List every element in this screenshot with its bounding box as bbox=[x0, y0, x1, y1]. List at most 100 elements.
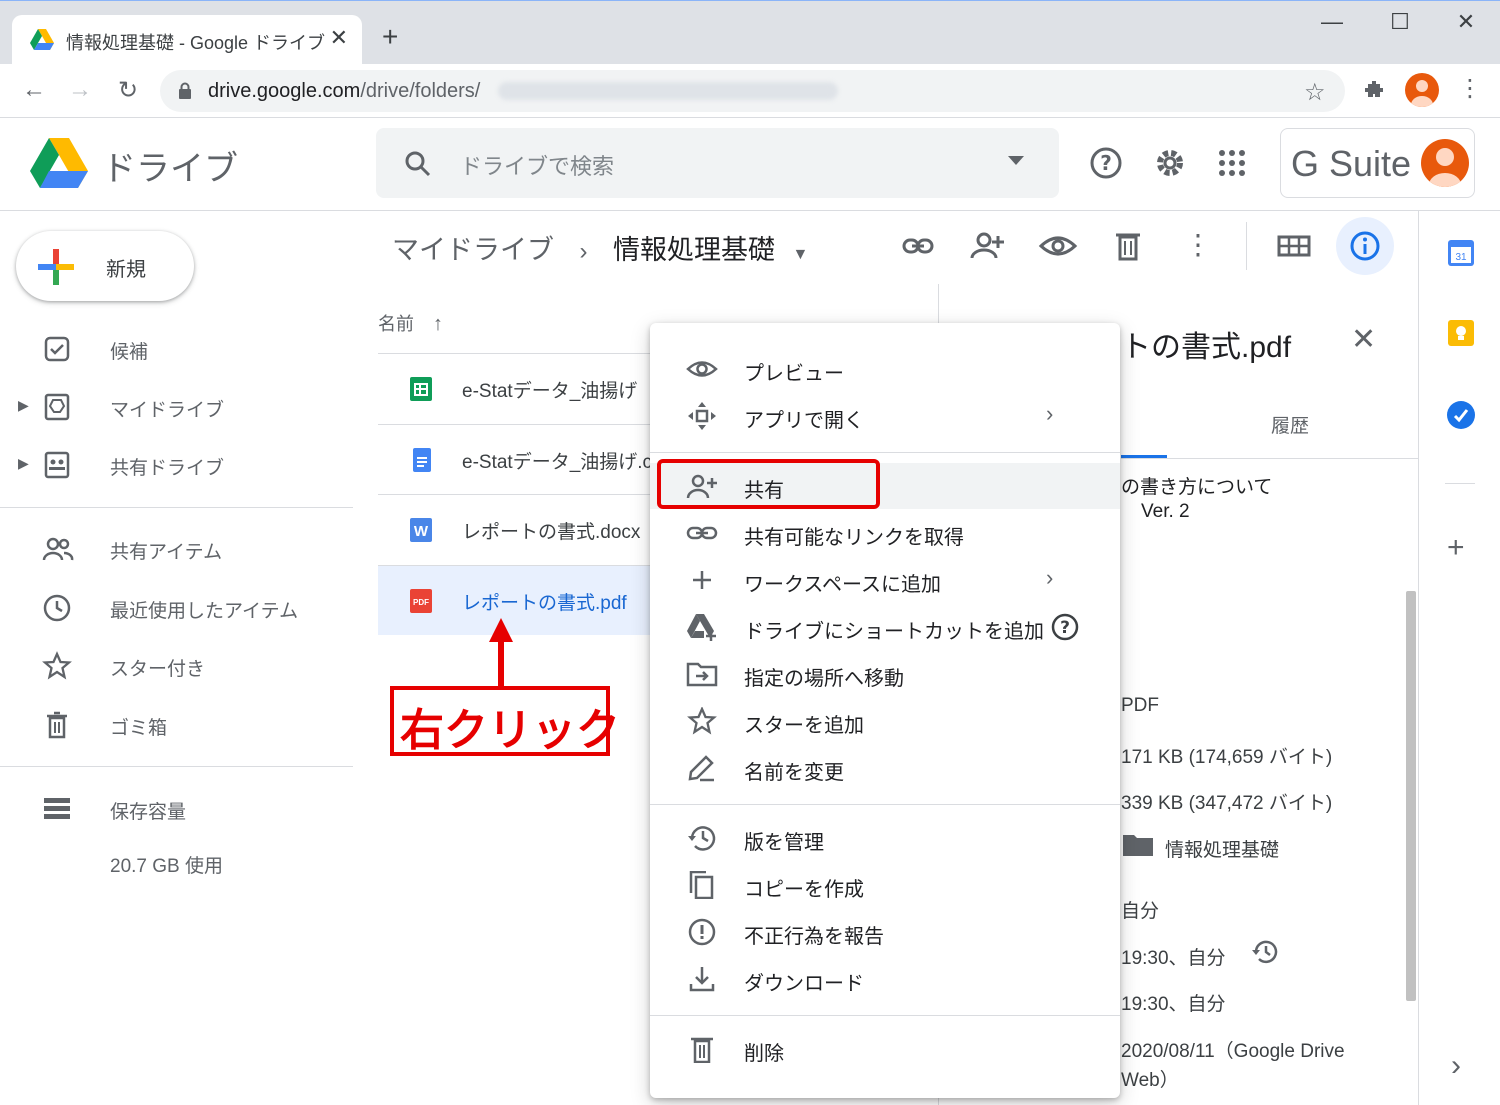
tab-history[interactable]: 履歴 bbox=[1271, 411, 1309, 438]
name-column-header[interactable]: 名前 ↑ bbox=[378, 310, 443, 336]
menu-item-move[interactable]: 指定の場所へ移動 bbox=[650, 651, 1120, 697]
brand-title[interactable]: ドライブ bbox=[102, 141, 238, 190]
eye-icon bbox=[686, 355, 718, 383]
minimize-button[interactable]: — bbox=[1312, 9, 1352, 35]
drive-logo-icon[interactable] bbox=[30, 138, 88, 188]
calendar-icon[interactable]: 31 bbox=[1448, 240, 1474, 266]
search-input[interactable]: ドライブで検索 bbox=[376, 128, 1059, 198]
menu-item-rename[interactable]: 名前を変更 bbox=[650, 745, 1120, 791]
sort-arrow-icon[interactable]: ↑ bbox=[433, 313, 443, 335]
file-row[interactable]: W レポートの書式.docx bbox=[378, 494, 678, 564]
gsuite-label: G Suite bbox=[1291, 143, 1412, 184]
details-scrollbar[interactable] bbox=[1406, 591, 1416, 1001]
file-row-selected[interactable]: PDF レポートの書式.pdf bbox=[378, 565, 678, 635]
menu-item-add-to-workspace[interactable]: ワークスペースに追加 › bbox=[650, 557, 1120, 603]
menu-item-add-star[interactable]: スターを追加 bbox=[650, 698, 1120, 744]
file-row[interactable]: e-Statデータ_油揚げ bbox=[378, 353, 678, 423]
menu-item-download[interactable]: ダウンロード bbox=[650, 956, 1120, 1002]
storage-usage-text: 20.7 GB 使用 bbox=[110, 856, 223, 877]
file-row[interactable]: e-Statデータ_油揚げ.c bbox=[378, 424, 678, 494]
menu-item-open-with[interactable]: アプリで開く › bbox=[650, 393, 1120, 439]
expand-panel-icon[interactable]: › bbox=[1451, 1049, 1461, 1083]
lock-icon bbox=[178, 82, 192, 100]
window-close-button[interactable]: ✕ bbox=[1446, 9, 1486, 35]
sidebar-item-starred[interactable]: スター付き bbox=[0, 640, 353, 690]
pdf-file-icon: PDF bbox=[410, 589, 432, 613]
browser-tab[interactable]: 情報処理基礎 - Google ドライブ ✕ bbox=[12, 15, 362, 65]
info-icon bbox=[1349, 230, 1381, 262]
profile-avatar[interactable] bbox=[1405, 73, 1439, 107]
url-blurred-segment bbox=[498, 82, 838, 100]
suggestions-icon bbox=[42, 334, 72, 364]
detail-modified: 19:30、自分 bbox=[1121, 948, 1226, 969]
forward-arrow-icon[interactable]: → bbox=[64, 76, 96, 104]
help-icon[interactable]: ? bbox=[1088, 145, 1124, 181]
sidebar-item-trash[interactable]: ゴミ箱 bbox=[0, 699, 353, 749]
breadcrumb-root[interactable]: マイドライブ bbox=[392, 235, 554, 265]
gsuite-account-badge[interactable]: G Suite bbox=[1280, 128, 1475, 198]
back-arrow-icon[interactable]: ← bbox=[18, 76, 50, 104]
details-info-button[interactable] bbox=[1336, 217, 1394, 275]
extensions-icon[interactable] bbox=[1362, 78, 1386, 102]
sidebar-item-my-drive[interactable]: ▶ マイドライブ bbox=[0, 381, 353, 431]
sidebar-item-storage[interactable]: 保存容量 bbox=[0, 783, 353, 833]
menu-item-get-link[interactable]: 共有可能なリンクを取得 bbox=[650, 510, 1120, 556]
sidebar-item-label: 保存容量 bbox=[110, 802, 187, 823]
browser-menu-icon[interactable]: ⋮ bbox=[1458, 74, 1482, 103]
menu-item-make-copy[interactable]: コピーを作成 bbox=[650, 862, 1120, 908]
detail-location[interactable]: 情報処理基礎 bbox=[1165, 835, 1279, 862]
add-addon-icon[interactable]: + bbox=[1447, 531, 1465, 565]
expand-arrow-icon[interactable]: ▶ bbox=[18, 397, 29, 414]
tasks-icon[interactable] bbox=[1447, 401, 1475, 429]
tab-close-icon[interactable]: ✕ bbox=[330, 25, 348, 51]
drive-header: ドライブ ドライブで検索 ? G Suite bbox=[0, 118, 1500, 211]
shared-with-me-icon bbox=[42, 534, 74, 564]
expand-arrow-icon[interactable]: ▶ bbox=[18, 455, 29, 472]
maximize-button[interactable]: ☐ bbox=[1380, 9, 1420, 35]
help-circle-icon[interactable]: ? bbox=[1050, 612, 1080, 642]
report-icon bbox=[686, 918, 718, 946]
preview-eye-icon[interactable] bbox=[1038, 228, 1078, 264]
recent-icon bbox=[42, 593, 72, 623]
new-tab-button[interactable]: + bbox=[382, 21, 398, 53]
folder-dropdown-icon[interactable]: ▼ bbox=[793, 246, 809, 263]
get-link-icon[interactable] bbox=[898, 228, 938, 264]
share-person-add-icon[interactable] bbox=[968, 228, 1008, 264]
menu-item-report-abuse[interactable]: 不正行為を報告 bbox=[650, 909, 1120, 955]
search-options-dropdown-icon[interactable] bbox=[1008, 156, 1024, 166]
apps-grid-icon[interactable] bbox=[1218, 149, 1246, 177]
svg-text:31: 31 bbox=[1455, 252, 1467, 263]
plus-icon bbox=[686, 566, 718, 594]
breadcrumb-current[interactable]: 情報処理基礎 bbox=[613, 235, 775, 265]
sidebar-item-shared-drives[interactable]: ▶ 共有ドライブ bbox=[0, 439, 353, 489]
breadcrumb: マイドライブ › 情報処理基礎 ▼ bbox=[392, 228, 808, 267]
move-to-folder-icon bbox=[686, 660, 718, 688]
keep-icon[interactable] bbox=[1448, 320, 1474, 346]
delete-trash-icon[interactable] bbox=[1108, 228, 1148, 264]
reload-icon[interactable]: ↻ bbox=[112, 76, 144, 105]
search-icon[interactable] bbox=[404, 150, 432, 178]
menu-item-delete[interactable]: 削除 bbox=[650, 1026, 1120, 1072]
submenu-chevron-icon: › bbox=[1046, 401, 1054, 426]
version-history-icon[interactable] bbox=[1249, 936, 1281, 968]
grid-view-icon[interactable] bbox=[1274, 228, 1314, 264]
annotation-arrow-icon bbox=[489, 618, 513, 690]
drive-favicon-icon bbox=[30, 29, 54, 51]
detail-size: 171 KB (174,659 バイト) bbox=[1121, 747, 1333, 768]
close-details-icon[interactable]: ✕ bbox=[1351, 322, 1376, 357]
sidebar-item-shared-with-me[interactable]: 共有アイテム bbox=[0, 523, 353, 573]
new-button[interactable]: 新規 bbox=[16, 231, 194, 301]
url-field[interactable]: drive.google.com/drive/folders/ ☆ bbox=[160, 70, 1345, 112]
account-avatar[interactable] bbox=[1421, 139, 1469, 187]
menu-separator bbox=[650, 804, 1120, 805]
sidebar-item-recent[interactable]: 最近使用したアイテム bbox=[0, 582, 353, 632]
trash-icon bbox=[686, 1035, 718, 1063]
bookmark-star-icon[interactable]: ☆ bbox=[1304, 78, 1326, 107]
menu-item-add-shortcut[interactable]: ドライブにショートカットを追加 ? bbox=[650, 604, 1120, 650]
svg-text:?: ? bbox=[1060, 618, 1070, 638]
menu-item-preview[interactable]: プレビュー bbox=[650, 346, 1120, 392]
sidebar-item-suggestions[interactable]: 候補 bbox=[0, 323, 353, 373]
settings-gear-icon[interactable] bbox=[1152, 145, 1188, 181]
menu-item-manage-versions[interactable]: 版を管理 bbox=[650, 815, 1120, 861]
more-actions-icon[interactable]: ⋮ bbox=[1180, 228, 1216, 264]
